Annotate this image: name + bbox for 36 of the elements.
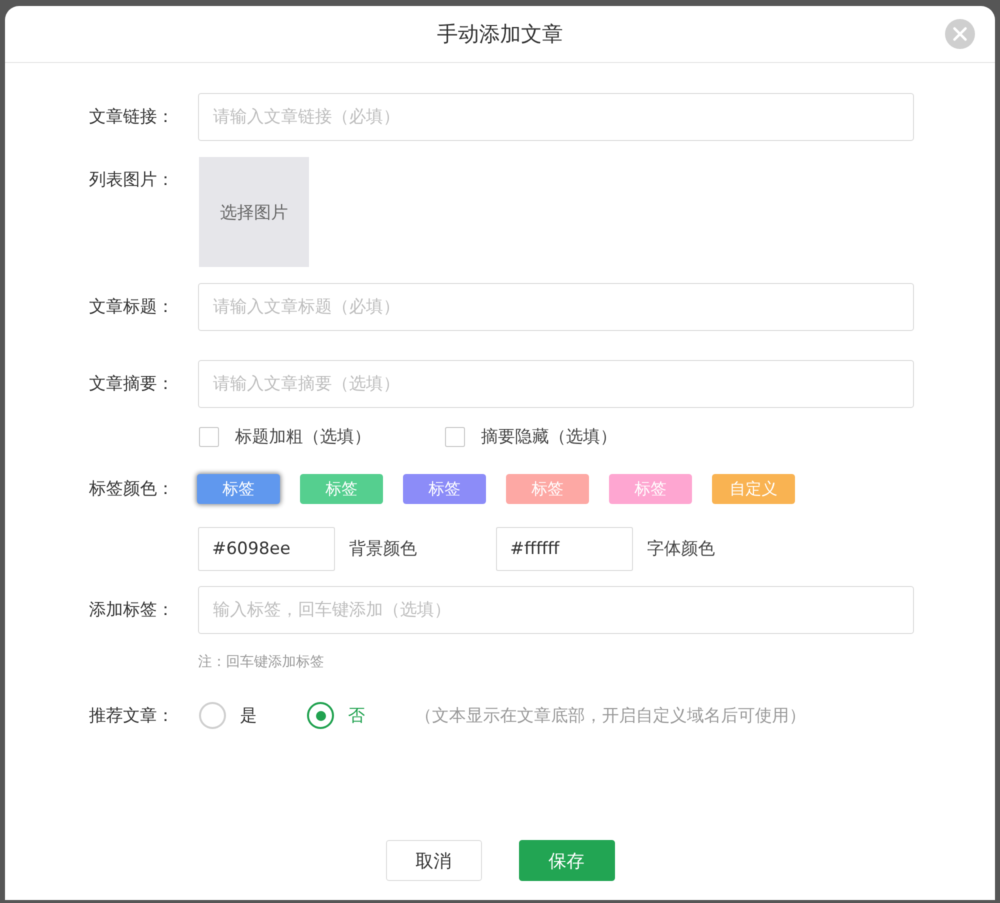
checkbox[interactable] bbox=[199, 427, 219, 447]
text-input[interactable]: 请输入文章链接（必填） bbox=[198, 93, 914, 141]
field-label: 推荐文章： bbox=[89, 706, 174, 726]
text-input[interactable]: 请输入文章标题（必填） bbox=[198, 283, 914, 331]
field-label: 列表图片： bbox=[89, 170, 174, 190]
field-label: 文章链接： bbox=[89, 107, 174, 127]
note-text: 注：回车键添加标签 bbox=[198, 653, 324, 672]
radio-label: 是 bbox=[240, 705, 257, 727]
color-input-caption: 背景颜色 bbox=[349, 538, 417, 561]
color-input-caption: 字体颜色 bbox=[647, 538, 715, 561]
field-label: 标签颜色： bbox=[89, 479, 174, 499]
tag-color-button[interactable]: 标签 bbox=[197, 474, 280, 504]
checkbox-label: 摘要隐藏（选填） bbox=[481, 426, 617, 449]
image-picker[interactable]: 选择图片 bbox=[199, 157, 309, 267]
text-input[interactable]: 输入标签，回车键添加（选填） bbox=[198, 586, 914, 634]
radio-button[interactable] bbox=[307, 702, 334, 729]
cancel-button[interactable]: 取消 bbox=[386, 840, 482, 881]
field-label: 文章标题： bbox=[89, 297, 174, 317]
tag-color-button[interactable]: 标签 bbox=[506, 474, 589, 504]
field-label: 文章摘要： bbox=[89, 374, 174, 394]
field-label: 添加标签： bbox=[89, 600, 174, 620]
save-button[interactable]: 保存 bbox=[518, 840, 614, 881]
color-input[interactable]: #6098ee bbox=[198, 527, 335, 571]
checkbox[interactable] bbox=[445, 427, 465, 447]
close-icon[interactable] bbox=[945, 19, 975, 49]
tag-color-button[interactable]: 自定义 bbox=[712, 474, 795, 504]
tag-color-button[interactable]: 标签 bbox=[609, 474, 692, 504]
tag-color-button[interactable]: 标签 bbox=[300, 474, 383, 504]
checkbox-label: 标题加粗（选填） bbox=[235, 426, 371, 449]
tag-color-button[interactable]: 标签 bbox=[403, 474, 486, 504]
hint-text: （文本显示在文章底部，开启自定义域名后可使用） bbox=[415, 705, 806, 727]
color-input[interactable]: #ffffff bbox=[496, 527, 633, 571]
radio-button[interactable] bbox=[199, 702, 226, 729]
text-input[interactable]: 请输入文章摘要（选填） bbox=[198, 360, 914, 408]
radio-label: 否 bbox=[348, 705, 365, 727]
dialog-title: 手动添加文章 bbox=[437, 21, 563, 48]
